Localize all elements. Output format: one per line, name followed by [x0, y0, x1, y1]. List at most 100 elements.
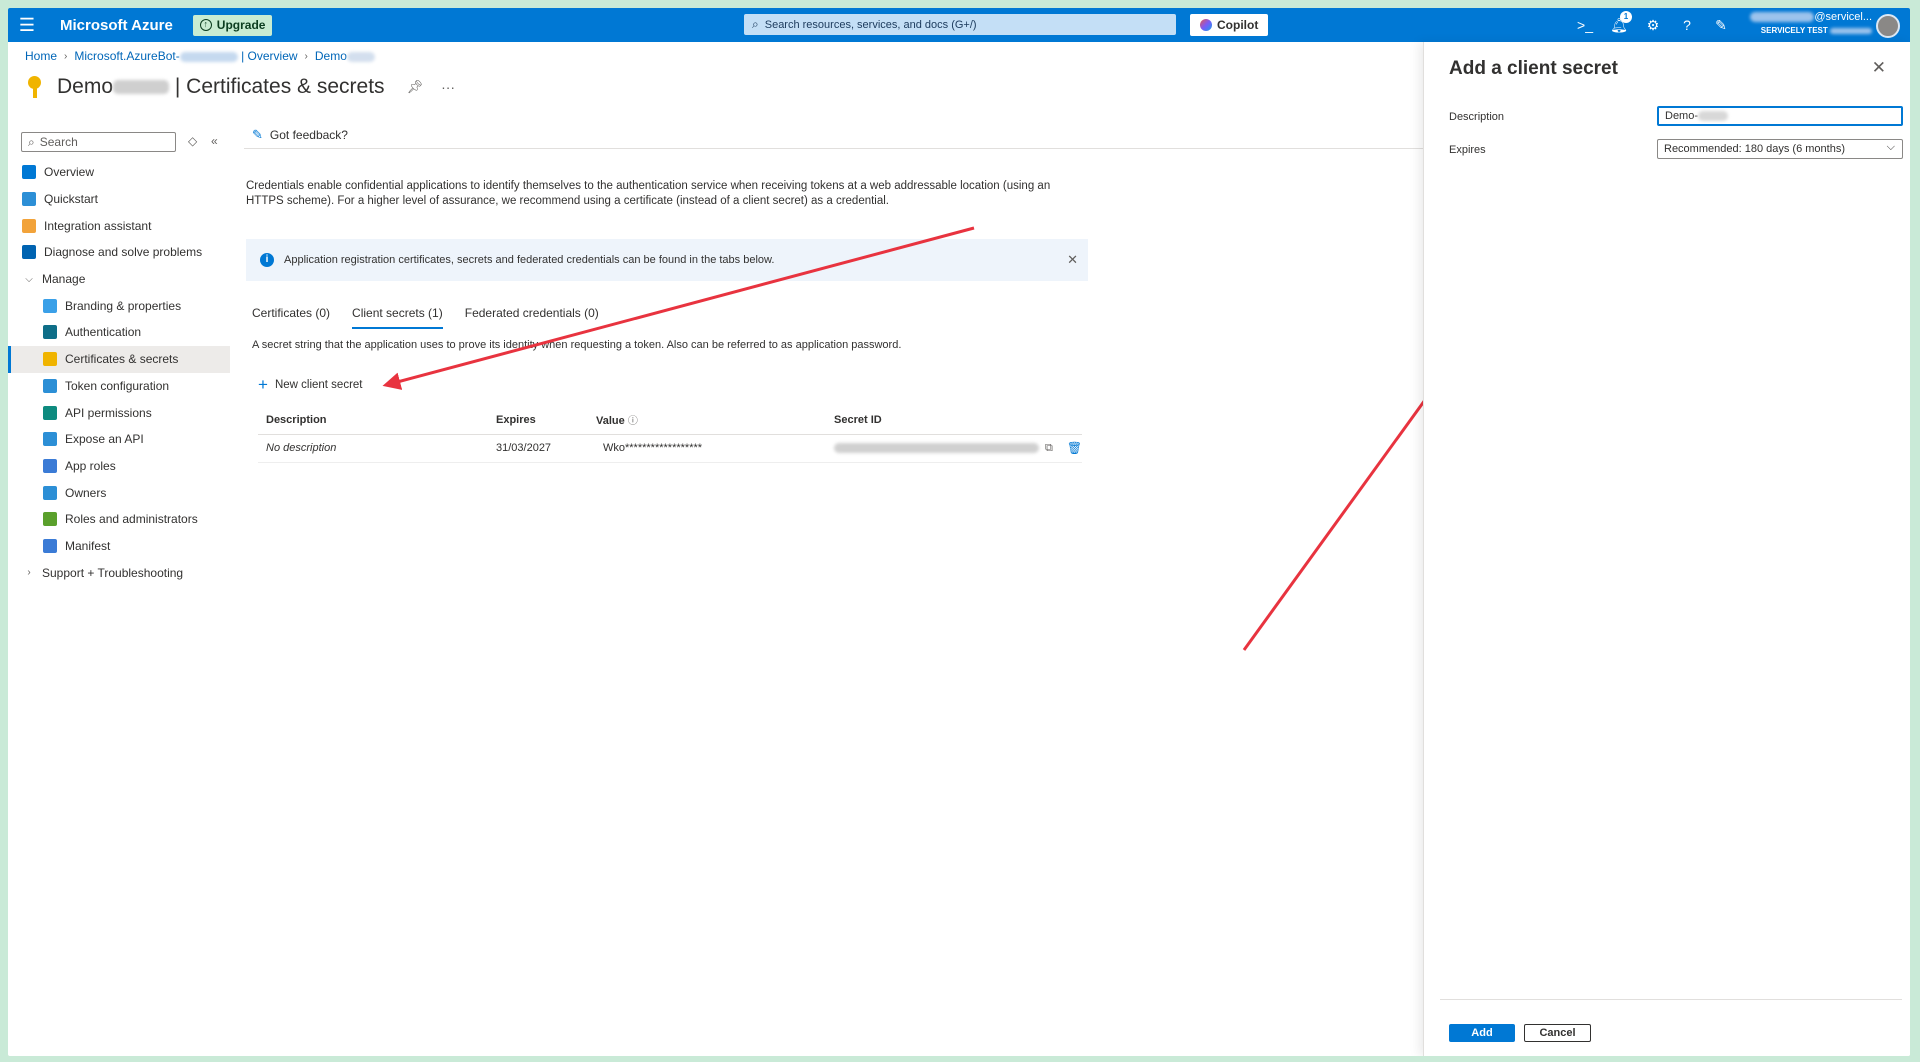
sidebar-item-integration-assistant[interactable]: Integration assistant — [8, 212, 230, 239]
sidebar-item-token-configuration[interactable]: Token configuration — [8, 373, 230, 400]
description-input[interactable]: Demo- — [1657, 106, 1903, 126]
settings-gear-icon[interactable]: ⚙ — [1636, 17, 1670, 34]
breadcrumb-app[interactable]: Microsoft.AzureBot- | Overview — [74, 49, 297, 63]
delete-icon[interactable]: 🗑︎ — [1067, 441, 1082, 455]
title-suffix: | Certificates & secrets — [174, 75, 385, 98]
expand-collapse-icon[interactable]: ◇ — [188, 134, 197, 148]
chevron-right-icon: › — [27, 567, 31, 579]
cloud-api-icon — [43, 432, 57, 447]
value-header-label: Value — [596, 415, 625, 428]
wrench-icon — [22, 245, 36, 260]
sidebar-item-manifest[interactable]: Manifest — [8, 533, 230, 560]
global-search-placeholder: Search resources, services, and docs (G+… — [764, 18, 977, 31]
sidebar-item-owners[interactable]: Owners — [8, 479, 230, 506]
close-icon[interactable]: ✕ — [1067, 252, 1078, 268]
sidebar-item-label: Expose an API — [65, 432, 144, 447]
brand-title[interactable]: Microsoft Azure — [60, 17, 173, 34]
new-client-secret-button[interactable]: + New client secret — [258, 376, 363, 393]
sidebar-item-app-roles[interactable]: App roles — [8, 453, 230, 480]
expires-value: Recommended: 180 days (6 months) — [1664, 143, 1845, 155]
upgrade-icon: ↑ — [199, 19, 212, 31]
cloud-shell-icon[interactable]: >_ — [1568, 17, 1602, 33]
column-header: Description — [258, 406, 488, 435]
cell-expires: 31/03/2027 — [488, 434, 588, 463]
sidebar-item-diagnose-and-solve-problems[interactable]: Diagnose and solve problems — [8, 239, 230, 266]
sidebar-item-manage[interactable]: ⌵ Manage — [8, 266, 230, 293]
help-icon[interactable]: ? — [1670, 17, 1704, 33]
user-email: @servicel... — [1814, 11, 1872, 23]
redacted-secret-id — [834, 443, 1039, 453]
cloud-icon — [22, 192, 36, 207]
info-banner: i Application registration certificates,… — [246, 239, 1088, 281]
avatar[interactable] — [1876, 14, 1900, 38]
sidebar-search-input[interactable]: ⌕ Search — [21, 132, 176, 152]
feedback-button[interactable]: ✎ Got feedback? — [252, 127, 348, 143]
chevron-down-icon: ⌵ — [1886, 141, 1895, 153]
copilot-icon — [1200, 19, 1212, 31]
redacted-description — [1698, 111, 1729, 121]
sidebar-item-quickstart[interactable]: Quickstart — [8, 186, 230, 213]
page-title: Demo | Certificates & secrets 📌︎ ··· — [25, 74, 455, 100]
pin-icon[interactable]: 📌︎ — [407, 79, 424, 95]
manifest-icon — [43, 538, 57, 553]
breadcrumb: Home › Microsoft.AzureBot- | Overview › … — [25, 49, 375, 63]
info-icon[interactable]: ⓘ — [628, 416, 638, 427]
breadcrumb-home[interactable]: Home — [25, 49, 57, 63]
sidebar-item-api-permissions[interactable]: API permissions — [8, 399, 230, 426]
add-button[interactable]: Add — [1449, 1024, 1515, 1042]
sidebar-item-label: Manifest — [65, 538, 111, 553]
sidebar-item-authentication[interactable]: Authentication — [8, 319, 230, 346]
new-client-secret-label: New client secret — [274, 379, 363, 391]
collapse-sidebar-icon[interactable]: « — [211, 134, 218, 148]
sidebar-item-branding-properties[interactable]: Branding & properties — [8, 292, 230, 319]
description-label: Description — [1449, 111, 1505, 123]
sidebar-item-label: Support + Troubleshooting — [42, 565, 184, 580]
global-search-input[interactable]: ⌕ Search resources, services, and docs (… — [744, 14, 1176, 35]
title-prefix: Demo — [57, 75, 114, 98]
page-title-text: Demo | Certificates & secrets — [57, 75, 385, 99]
sidebar-item-roles-and-administrators[interactable]: Roles and administrators — [8, 506, 230, 533]
copy-icon[interactable]: ⧉ — [1045, 442, 1053, 455]
cell-value: Wko****************** — [588, 434, 826, 463]
sidebar-search-placeholder: Search — [39, 135, 78, 149]
account-info[interactable]: @servicel... SERVICELY TEST — [1748, 11, 1872, 37]
feedback-icon[interactable]: ✎ — [1704, 17, 1738, 34]
notifications-icon[interactable]: 🔔︎ 1 — [1602, 10, 1636, 34]
redacted-org — [1830, 27, 1872, 34]
sidebar-item-label: Authentication — [65, 325, 142, 340]
sidebar-item-label: Diagnose and solve problems — [44, 245, 203, 260]
sidebar-item-label: App roles — [65, 458, 116, 473]
api-permissions-icon — [43, 405, 57, 420]
upgrade-button[interactable]: ↑ Upgrade — [192, 14, 273, 36]
redacted-title-name — [113, 80, 170, 95]
copilot-button[interactable]: Copilot — [1190, 14, 1269, 36]
sidebar-item-overview[interactable]: Overview — [8, 159, 230, 186]
more-options-icon[interactable]: ··· — [441, 79, 455, 95]
hamburger-menu-icon[interactable]: ☰ — [8, 8, 46, 42]
tab-federated-credentials[interactable]: Federated credentials (0) — [465, 306, 599, 329]
search-icon: ⌕ — [28, 134, 35, 149]
secret-value[interactable]: Wko****************** — [603, 442, 702, 454]
expires-select[interactable]: Recommended: 180 days (6 months) ⌵ — [1657, 139, 1903, 159]
expires-label: Expires — [1449, 144, 1486, 156]
tab-client-secrets[interactable]: Client secrets (1) — [352, 306, 443, 329]
sidebar-item-support-troubleshooting[interactable]: › Support + Troubleshooting — [8, 559, 230, 586]
sidebar-item-label: Integration assistant — [44, 218, 152, 233]
sidebar-item-certificates-secrets[interactable]: Certificates & secrets — [8, 345, 230, 373]
breadcrumb-app-suffix: | Overview — [241, 49, 298, 63]
secret-description: A secret string that the application use… — [252, 339, 902, 351]
close-icon[interactable]: ✕ — [1872, 58, 1886, 78]
upgrade-label: Upgrade — [216, 18, 266, 32]
chevron-down-icon: ⌵ — [25, 273, 33, 285]
column-header: Expires — [488, 406, 588, 435]
user-org: SERVICELY TEST — [1760, 26, 1828, 35]
breadcrumb-current-name: Demo — [314, 49, 347, 63]
browser-frame: ☰ Microsoft Azure ↑ Upgrade ⌕ Search res… — [8, 8, 1910, 1056]
tab-certificates[interactable]: Certificates (0) — [252, 306, 330, 329]
key-icon — [25, 74, 45, 100]
sidebar-item-expose-an-api[interactable]: Expose an API — [8, 426, 230, 453]
breadcrumb-current[interactable]: Demo — [315, 49, 375, 63]
divider — [1440, 999, 1902, 1000]
cancel-button[interactable]: Cancel — [1524, 1024, 1591, 1042]
info-icon: i — [260, 253, 274, 267]
